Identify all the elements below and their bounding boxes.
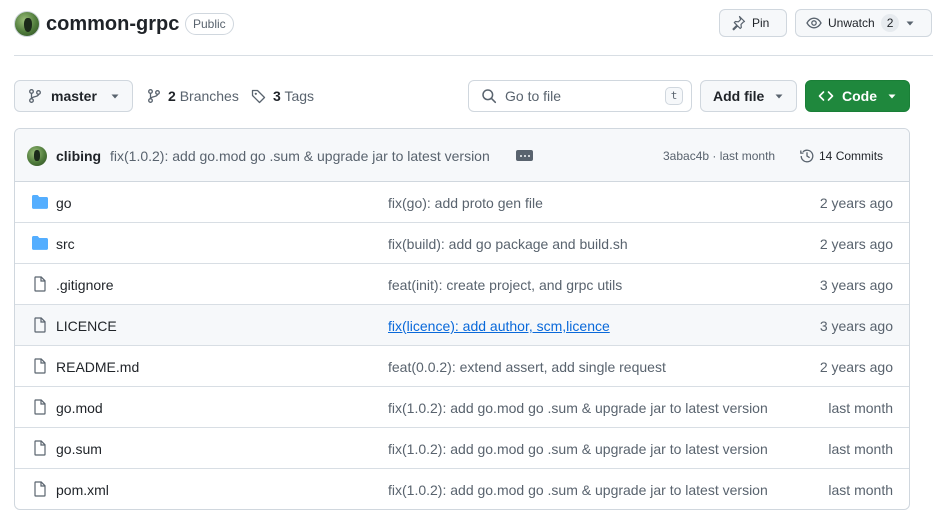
- code-label: Code: [842, 88, 877, 104]
- file-name-link[interactable]: LICENCE: [56, 317, 117, 335]
- owner-avatar[interactable]: [14, 11, 40, 37]
- file-row[interactable]: pom.xml fix(1.0.2): add go.mod go .sum & …: [15, 469, 909, 509]
- code-button[interactable]: Code: [805, 80, 910, 112]
- file-name-link[interactable]: pom.xml: [56, 481, 109, 499]
- branches-count: 2: [168, 88, 176, 104]
- pin-button[interactable]: Pin: [719, 9, 787, 37]
- tags-label: Tags: [284, 88, 315, 104]
- latest-commit-bar: clibing fix(1.0.2): add go.mod go .sum &…: [15, 129, 909, 182]
- pin-icon: [732, 15, 746, 31]
- expand-commit-message-button[interactable]: [516, 150, 533, 161]
- file-row[interactable]: LICENCE fix(licence): add author, scm,lic…: [15, 305, 909, 346]
- caret-down-icon: [111, 94, 119, 99]
- file-row[interactable]: go.mod fix(1.0.2): add go.mod go .sum & u…: [15, 387, 909, 428]
- repo-name-link[interactable]: common-grpc: [46, 11, 179, 37]
- search-icon: [482, 89, 497, 104]
- tags-link[interactable]: 3 Tags: [251, 80, 314, 112]
- commits-count: 14: [819, 149, 833, 163]
- go-to-file-input[interactable]: [505, 88, 657, 104]
- file-row[interactable]: .gitignore feat(init): create project, an…: [15, 264, 909, 305]
- commit-hash-link[interactable]: 3abac4b: [663, 149, 709, 163]
- caret-down-icon: [775, 94, 783, 99]
- file-commit-age: 3 years ago: [819, 318, 893, 334]
- file-commit-age: 2 years ago: [819, 236, 893, 252]
- file-commit-age: last month: [828, 482, 893, 498]
- branch-select-button[interactable]: master: [14, 80, 133, 112]
- pin-label: Pin: [752, 16, 770, 30]
- file-row[interactable]: go.sum fix(1.0.2): add go.mod go .sum & u…: [15, 428, 909, 469]
- file-commit-age: 3 years ago: [819, 277, 893, 293]
- eye-icon: [806, 17, 822, 29]
- branches-link[interactable]: 2 Branches: [146, 80, 239, 112]
- file-commit-message-link[interactable]: fix(1.0.2): add go.mod go .sum & upgrade…: [388, 481, 773, 499]
- file-icon: [31, 399, 49, 415]
- file-icon: [31, 276, 49, 292]
- latest-commit-message[interactable]: fix(1.0.2): add go.mod go .sum & upgrade…: [110, 147, 490, 165]
- go-to-file-search[interactable]: t: [468, 80, 692, 112]
- add-file-button[interactable]: Add file: [700, 80, 797, 112]
- commit-author-avatar[interactable]: [27, 146, 47, 166]
- shortcut-key-hint: t: [665, 87, 683, 105]
- add-file-label: Add file: [713, 88, 765, 104]
- tags-count: 3: [273, 88, 281, 104]
- file-icon: [31, 481, 49, 497]
- watch-button[interactable]: Unwatch 2: [795, 9, 932, 37]
- history-icon: [800, 149, 814, 163]
- watch-label: Unwatch: [828, 16, 875, 30]
- file-commit-age: last month: [828, 441, 893, 457]
- file-commit-message-link[interactable]: feat(init): create project, and grpc uti…: [388, 276, 773, 294]
- git-branch-icon: [29, 89, 41, 103]
- tag-icon: [251, 89, 266, 104]
- commit-age: last month: [719, 149, 776, 163]
- folder-icon: [31, 235, 49, 251]
- commits-history-link[interactable]: 14 Commits: [799, 147, 883, 165]
- file-name-link[interactable]: go.mod: [56, 399, 103, 417]
- commit-meta-separator: ·: [709, 149, 720, 163]
- commits-label: Commits: [835, 149, 884, 163]
- file-row[interactable]: go fix(go): add proto gen file 2 years ago: [15, 182, 909, 223]
- caret-down-icon: [888, 94, 896, 99]
- file-name-link[interactable]: src: [56, 235, 75, 253]
- git-branch-icon: [148, 89, 160, 103]
- file-icon: [31, 358, 49, 374]
- file-commit-age: 2 years ago: [819, 359, 893, 375]
- file-name-link[interactable]: .gitignore: [56, 276, 114, 294]
- file-commit-message-link[interactable]: fix(1.0.2): add go.mod go .sum & upgrade…: [388, 399, 773, 417]
- file-icon: [31, 317, 49, 333]
- branch-name: master: [51, 88, 97, 104]
- file-commit-age: last month: [828, 400, 893, 416]
- watch-count: 2: [880, 14, 900, 32]
- file-icon: [31, 440, 49, 456]
- file-commit-message-link[interactable]: fix(licence): add author, scm,licence: [388, 317, 773, 335]
- file-tree-box: clibing fix(1.0.2): add go.mod go .sum &…: [14, 128, 910, 510]
- file-commit-message-link[interactable]: fix(go): add proto gen file: [388, 194, 773, 212]
- file-row[interactable]: src fix(build): add go package and build.…: [15, 223, 909, 264]
- file-commit-message-link[interactable]: fix(1.0.2): add go.mod go .sum & upgrade…: [388, 440, 773, 458]
- file-name-link[interactable]: go: [56, 194, 72, 212]
- commit-meta: 3abac4b · last month: [663, 147, 775, 165]
- header-divider: [14, 55, 933, 56]
- file-row[interactable]: README.md feat(0.0.2): extend assert, add…: [15, 346, 909, 387]
- visibility-badge: Public: [185, 13, 234, 35]
- branches-label: Branches: [179, 88, 239, 104]
- repo-header: common-grpc Public Pin Unwatch 2: [0, 0, 933, 56]
- file-commit-age: 2 years ago: [819, 195, 893, 211]
- folder-icon: [31, 194, 49, 210]
- code-icon: [818, 91, 834, 101]
- commit-author-link[interactable]: clibing: [56, 147, 101, 165]
- file-name-link[interactable]: README.md: [56, 358, 139, 376]
- file-commit-message-link[interactable]: feat(0.0.2): extend assert, add single r…: [388, 358, 773, 376]
- file-commit-message-link[interactable]: fix(build): add go package and build.sh: [388, 235, 773, 253]
- file-name-link[interactable]: go.sum: [56, 440, 102, 458]
- caret-down-icon: [906, 21, 914, 26]
